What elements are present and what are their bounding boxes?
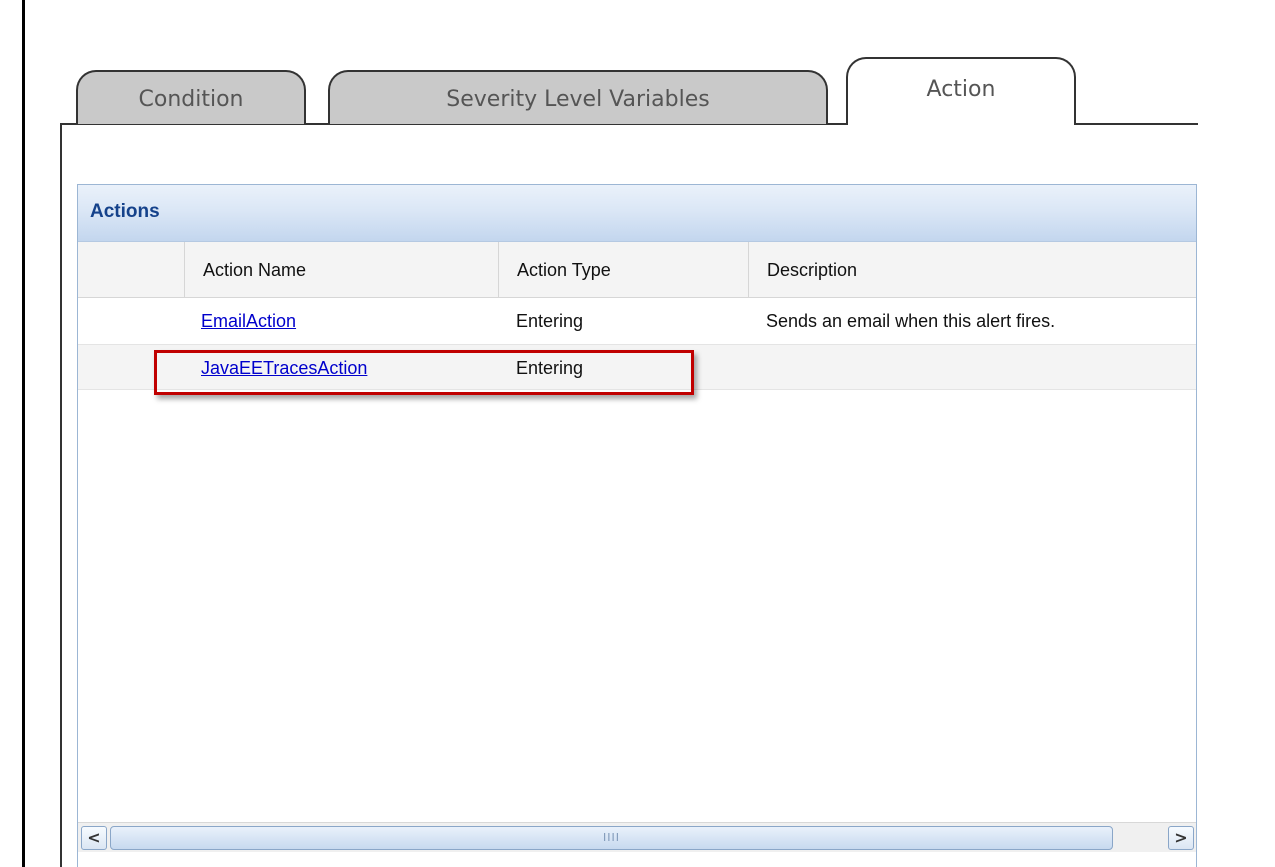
column-header-action-name[interactable]: Action Name <box>184 242 498 297</box>
tab-action[interactable]: Action <box>846 57 1076 125</box>
column-header-action-type[interactable]: Action Type <box>498 242 748 297</box>
grid-column-headers: Action Name Action Type Description <box>78 242 1196 298</box>
scroll-right-arrow-icon[interactable]: > <box>1168 826 1194 850</box>
action-name-link[interactable]: EmailAction <box>201 298 491 342</box>
actions-panel-title: Actions <box>78 185 1196 242</box>
action-type-cell: Entering <box>516 358 584 378</box>
table-row[interactable]: EmailAction Entering Sends an email when… <box>78 298 1196 344</box>
actions-panel: Actions Action Name Action Type Descript… <box>77 184 1197 867</box>
content-border <box>60 123 62 867</box>
scrollbar-thumb[interactable]: IIII <box>110 826 1113 850</box>
column-header-description[interactable]: Description <box>748 242 1198 297</box>
scroll-left-arrow-icon[interactable]: < <box>81 826 107 850</box>
tab-severity-level-variables[interactable]: Severity Level Variables <box>328 70 828 124</box>
action-name-link[interactable]: JavaEETracesAction <box>201 345 491 389</box>
row-number-header <box>78 242 184 297</box>
action-type-cell: Entering <box>516 311 584 331</box>
table-row[interactable]: JavaEETracesAction Entering <box>78 344 1196 390</box>
description-cell <box>766 345 1198 389</box>
tab-condition[interactable]: Condition <box>76 70 306 124</box>
tab-baseline-right <box>1076 123 1198 125</box>
description-cell: Sends an email when this alert fires. <box>766 311 1056 331</box>
horizontal-scrollbar[interactable]: < IIII > <box>78 822 1196 852</box>
